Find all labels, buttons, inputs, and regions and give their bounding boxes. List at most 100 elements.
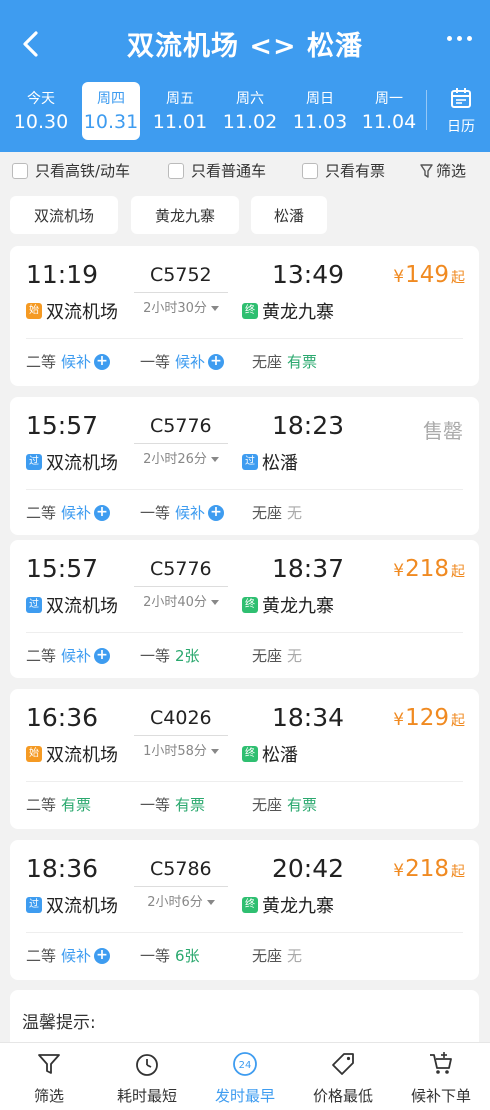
- calendar-label: 日历: [447, 119, 475, 135]
- chevron-down-icon: [210, 600, 219, 605]
- duration-dropdown[interactable]: 2小时6分: [134, 886, 228, 910]
- seat-status: 有票: [287, 796, 318, 814]
- header: 双流机场 <> 松潘 今天 10.30 周四 10.31 周五 11.01 周六…: [0, 0, 490, 152]
- more-button[interactable]: [447, 36, 472, 41]
- arrival-station: 过松潘: [242, 449, 298, 475]
- seat-status: 有票: [287, 353, 318, 371]
- date-value: 11.02: [222, 111, 278, 133]
- duration-text: 2小时30分: [143, 301, 207, 316]
- seat-availability[interactable]: 一等 候补 +: [140, 502, 225, 523]
- date-value: 11.04: [361, 111, 417, 133]
- price: ¥149 起: [393, 262, 465, 288]
- sold-out-label: 售罄: [423, 419, 463, 443]
- price: ¥129 起: [393, 705, 465, 731]
- tab-shortest-duration[interactable]: 耗时最短: [98, 1043, 196, 1110]
- duration-dropdown[interactable]: 2小时40分: [134, 586, 228, 610]
- divider: [426, 90, 427, 130]
- tips-title: 温馨提示:: [22, 1013, 96, 1033]
- bottom-tab-bar: 筛选 耗时最短 24 发时最早 价格最低 候补下单: [0, 1042, 490, 1110]
- seat-class: 一等: [140, 947, 171, 965]
- calendar-button[interactable]: 日历: [434, 86, 488, 136]
- date-tab-selected[interactable]: 周四 10.31: [82, 82, 140, 140]
- duration-dropdown[interactable]: 2小时30分: [134, 292, 228, 316]
- filter-button[interactable]: 筛选: [420, 160, 466, 181]
- seat-class: 无座: [252, 353, 283, 371]
- station-chip[interactable]: 双流机场: [10, 196, 118, 234]
- train-card[interactable]: 18:36 C5786 2小时6分 20:42 过双流机场 终黄龙九寨 ¥218 起二等 候补 +…: [10, 840, 479, 980]
- seat-class: 一等: [140, 647, 171, 665]
- tab-filter[interactable]: 筛选: [0, 1043, 98, 1110]
- station-name: 双流机场: [46, 302, 118, 323]
- seat-class: 一等: [140, 796, 171, 814]
- filter-label: 只看普通车: [191, 162, 267, 180]
- date-tab[interactable]: 周六 11.02: [221, 82, 279, 140]
- date-weekday: 周四: [97, 91, 125, 107]
- arrival-time: 20:42: [272, 854, 345, 883]
- seat-class: 无座: [252, 796, 283, 814]
- station-type-badge: 始: [26, 746, 42, 762]
- available-only-checkbox[interactable]: 只看有票: [302, 160, 385, 181]
- train-card[interactable]: 16:36 C4026 1小时58分 18:34 始双流机场终松潘 ¥129 起二等 有票 一等…: [10, 689, 479, 829]
- train-card[interactable]: 15:57 C5776 2小时40分 18:37 过双流机场 终黄龙九寨 ¥218 起二等 候补…: [10, 540, 479, 678]
- seat-availability: 无座无: [252, 502, 302, 523]
- date-tab[interactable]: 今天 10.30: [12, 82, 70, 140]
- seat-availability[interactable]: 一等 候补 +: [140, 351, 225, 372]
- seat-status: 有票: [61, 796, 92, 814]
- train-card[interactable]: 15:57 C5776 2小时26分 18:23 过双流机场过松潘 售罄 二等 候补 + 一等 候补…: [10, 397, 479, 535]
- station-name: 双流机场: [46, 896, 118, 917]
- date-tab[interactable]: 周一 11.04: [360, 82, 418, 140]
- date-selector: 今天 10.30 周四 10.31 周五 11.01 周六 11.02 周日 1…: [0, 80, 420, 142]
- duration-dropdown[interactable]: 2小时26分: [134, 443, 228, 467]
- seat-status: 候补: [61, 353, 92, 371]
- add-waitlist-icon[interactable]: +: [94, 647, 111, 664]
- add-waitlist-icon[interactable]: +: [94, 504, 111, 521]
- date-tab[interactable]: 周日 11.03: [291, 82, 349, 140]
- station-chip[interactable]: 黄龙九寨: [131, 196, 239, 234]
- station-name: 松潘: [262, 453, 298, 474]
- add-waitlist-icon[interactable]: +: [208, 504, 225, 521]
- seat-class: 二等: [26, 504, 57, 522]
- tab-label: 候补下单: [410, 1087, 471, 1105]
- duration-text: 2小时6分: [147, 895, 203, 910]
- add-waitlist-icon[interactable]: +: [94, 353, 111, 370]
- currency-symbol: ¥: [393, 267, 405, 287]
- filter-label: 只看高铁/动车: [35, 162, 131, 180]
- departure-time: 11:19: [26, 260, 99, 289]
- date-tab[interactable]: 周五 11.01: [151, 82, 209, 140]
- station-chips: 双流机场 黄龙九寨 松潘: [0, 196, 490, 236]
- station-chip[interactable]: 松潘: [251, 196, 327, 234]
- date-value: 11.01: [152, 111, 208, 133]
- more-dot-icon: [447, 36, 452, 41]
- seat-availability: 无座 有票: [252, 351, 317, 372]
- seat-availability: 一等 2张: [140, 645, 200, 666]
- chevron-down-icon: [210, 457, 219, 462]
- tab-label: 价格最低: [312, 1087, 373, 1105]
- duration-dropdown[interactable]: 1小时58分: [134, 735, 228, 759]
- seat-availability[interactable]: 二等 候补 +: [26, 645, 111, 666]
- normal-train-only-checkbox[interactable]: 只看普通车: [168, 160, 266, 181]
- seat-status: 候补: [175, 504, 206, 522]
- train-number: C5752: [150, 264, 212, 286]
- train-card[interactable]: 11:19 C5752 2小时30分 13:49 始双流机场终黄龙九寨 ¥149 起二等 候补…: [10, 246, 479, 386]
- chevron-down-icon: [206, 900, 215, 905]
- price-value: 129: [405, 705, 449, 731]
- seat-class: 二等: [26, 796, 57, 814]
- high-speed-only-checkbox[interactable]: 只看高铁/动车: [12, 160, 130, 181]
- seat-availability[interactable]: 二等 候补 +: [26, 351, 111, 372]
- seat-availability: 一等 有票: [140, 794, 205, 815]
- more-dot-icon: [467, 36, 472, 41]
- seat-availability[interactable]: 二等 候补 +: [26, 502, 111, 523]
- tab-lowest-price[interactable]: 价格最低: [294, 1043, 392, 1110]
- add-waitlist-icon[interactable]: +: [208, 353, 225, 370]
- seat-availability[interactable]: 二等 候补 +: [26, 945, 111, 966]
- add-waitlist-icon[interactable]: +: [94, 947, 111, 964]
- train-number: C5786: [150, 858, 212, 880]
- arrival-time: 18:37: [272, 554, 345, 583]
- departure-time: 15:57: [26, 554, 99, 583]
- tab-earliest-departure[interactable]: 24 发时最早: [196, 1043, 294, 1110]
- tab-waitlist-order[interactable]: 候补下单: [392, 1043, 490, 1110]
- arrival-time: 18:34: [272, 703, 345, 732]
- chevron-down-icon: [210, 306, 219, 311]
- back-button[interactable]: [14, 27, 48, 61]
- duration-text: 2小时26分: [143, 452, 207, 467]
